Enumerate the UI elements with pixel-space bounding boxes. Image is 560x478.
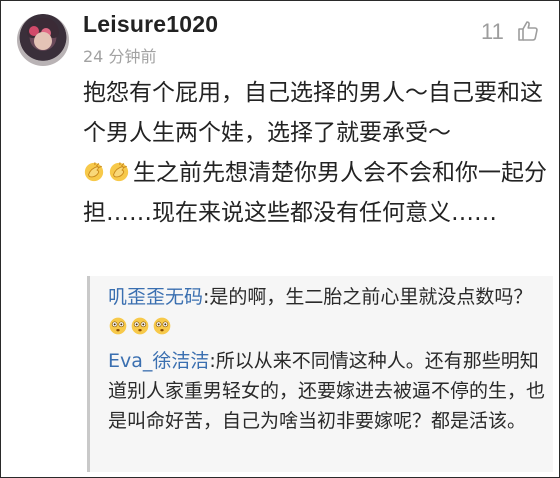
flushed-face-emoji-icon — [131, 317, 149, 335]
avatar-face — [34, 32, 52, 50]
flushed-face-emoji-icon — [153, 317, 171, 335]
applause-emoji-icon — [109, 162, 129, 182]
like-count: 11 — [481, 19, 504, 44]
comment-timestamp: 24 分钟前 — [83, 47, 157, 66]
comment-body: 抱怨有个屁用，自己选择的男人～自己要和这个男人生两个娃，选择了就要承受～ 生之前… — [83, 73, 553, 233]
replies-section: 叽歪歪无码:是的啊，生二胎之前心里就没点数吗？ Eva_徐洁洁:所以从来不同情这… — [87, 276, 553, 472]
user-avatar[interactable] — [17, 14, 69, 66]
reply-text: :是的啊，生二胎之前心里就没点数吗？ — [203, 286, 533, 308]
username[interactable]: Leisure1020 — [83, 11, 218, 38]
comment-text-part1: 抱怨有个屁用，自己选择的男人～自己要和这个男人生两个娃，选择了就要承受～ — [83, 80, 543, 146]
reply-item: Eva_徐洁洁:所以从来不同情这种人。还有那些明知道别人家重男轻女的，还要嫁进去… — [108, 346, 548, 436]
flushed-face-emoji-icon — [109, 317, 127, 335]
reply-author[interactable]: 叽歪歪无码 — [108, 286, 203, 308]
reply-author[interactable]: Eva_徐洁洁 — [108, 350, 209, 372]
thumbs-up-icon[interactable] — [516, 19, 540, 43]
applause-emoji-icon — [84, 162, 104, 182]
comment-card: Leisure1020 24 分钟前 11 抱怨有个屁用，自己选择的男人～自己要… — [0, 0, 560, 478]
reply-item: 叽歪歪无码:是的啊，生二胎之前心里就没点数吗？ — [108, 282, 548, 342]
comment-text-part2: 生之前先想清楚你男人会不会和你一起分担……现在来说这些都没有任何意义…… — [83, 160, 547, 226]
